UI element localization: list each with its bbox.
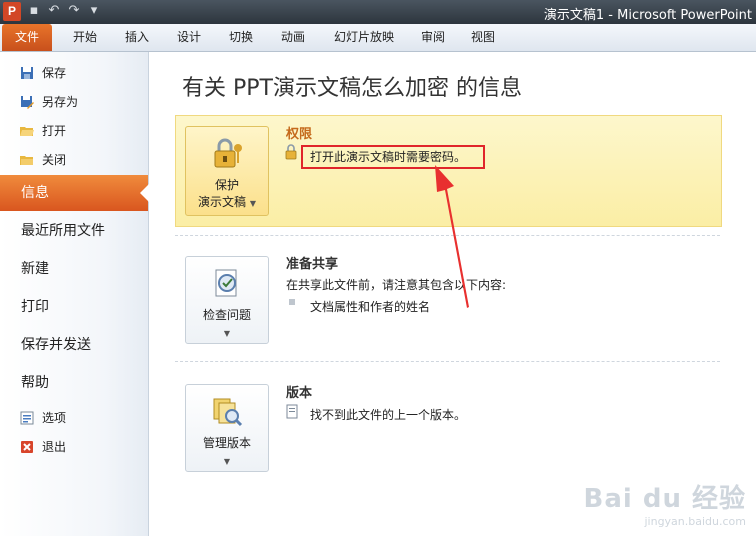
save-as-icon [21,96,34,109]
nav-info-label: 信息 [21,185,49,201]
title-bar: P ▪ ↶ ↷ ▾ 演示文稿1 - Microsoft PowerPoint [0,0,756,24]
powerpoint-app-icon[interactable]: P [3,2,21,21]
undo-icon[interactable]: ↶ [46,3,62,19]
nav-options[interactable]: 选项 [0,405,148,431]
exit-icon [21,441,33,453]
nav-exit-label: 退出 [42,440,67,454]
tab-slide-show[interactable]: 幻灯片放映 [322,24,406,51]
tab-transitions[interactable]: 切换 [216,24,266,51]
quick-access-toolbar: ▪ ↶ ↷ ▾ [26,3,102,19]
nav-print-label: 打印 [21,299,49,315]
tab-review[interactable]: 审阅 [410,24,456,51]
nav-save-as[interactable]: 另存为 [0,89,148,115]
options-icon [20,411,34,425]
nav-help-label: 帮助 [21,375,49,391]
nav-close-label: 关闭 [42,153,67,167]
close-folder-icon [20,156,33,165]
open-folder-icon [20,127,34,136]
nav-info[interactable]: 信息 [0,175,149,211]
nav-open-label: 打开 [42,124,67,138]
watermark: Bai du 经验 jingyan.baidu.com [584,478,747,528]
nav-new-label: 新建 [21,261,49,277]
nav-save-as-label: 另存为 [42,95,79,109]
nav-close[interactable]: 关闭 [0,147,148,173]
watermark-url: jingyan.baidu.com [644,515,746,528]
nav-open[interactable]: 打开 [0,118,148,144]
redo-icon[interactable]: ↷ [66,3,82,19]
tab-design[interactable]: 设计 [164,24,214,51]
info-pane: 有关 PPT演示文稿怎么加密 的信息 保护 演示文稿 ▼ 权限 打开此演示文稿时… [149,52,756,536]
backstage-nav: 保存 另存为 打开 关闭 信息 最近所用文件 新建 打印 保存并发送 帮助 选项… [0,52,149,536]
annotation-arrow [435,165,469,308]
tab-insert[interactable]: 插入 [112,24,162,51]
nav-recent[interactable]: 最近所用文件 [0,213,148,249]
watermark-logo: Bai du 经验 [583,484,746,514]
nav-recent-label: 最近所用文件 [21,223,105,239]
nav-help[interactable]: 帮助 [0,365,148,401]
save-icon[interactable]: ▪ [26,3,42,19]
nav-save-send-label: 保存并发送 [21,337,91,353]
nav-new[interactable]: 新建 [0,251,148,287]
save-icon [21,67,33,79]
window-title: 演示文稿1 - Microsoft PowerPoint [543,8,752,23]
nav-exit[interactable]: 退出 [0,434,148,460]
nav-options-label: 选项 [42,411,67,425]
nav-save-send[interactable]: 保存并发送 [0,327,148,363]
tab-view[interactable]: 视图 [460,24,506,51]
nav-print[interactable]: 打印 [0,289,148,325]
ribbon-tab-bar: 文件 开始 插入 设计 切换 动画 幻灯片放映 审阅 视图 [0,24,756,52]
nav-save-label: 保存 [42,66,67,80]
tab-animations[interactable]: 动画 [268,24,318,51]
tab-file[interactable]: 文件 [2,24,52,51]
customize-toolbar-icon[interactable]: ▾ [86,3,102,19]
nav-save[interactable]: 保存 [0,60,148,86]
tab-home[interactable]: 开始 [60,24,110,51]
